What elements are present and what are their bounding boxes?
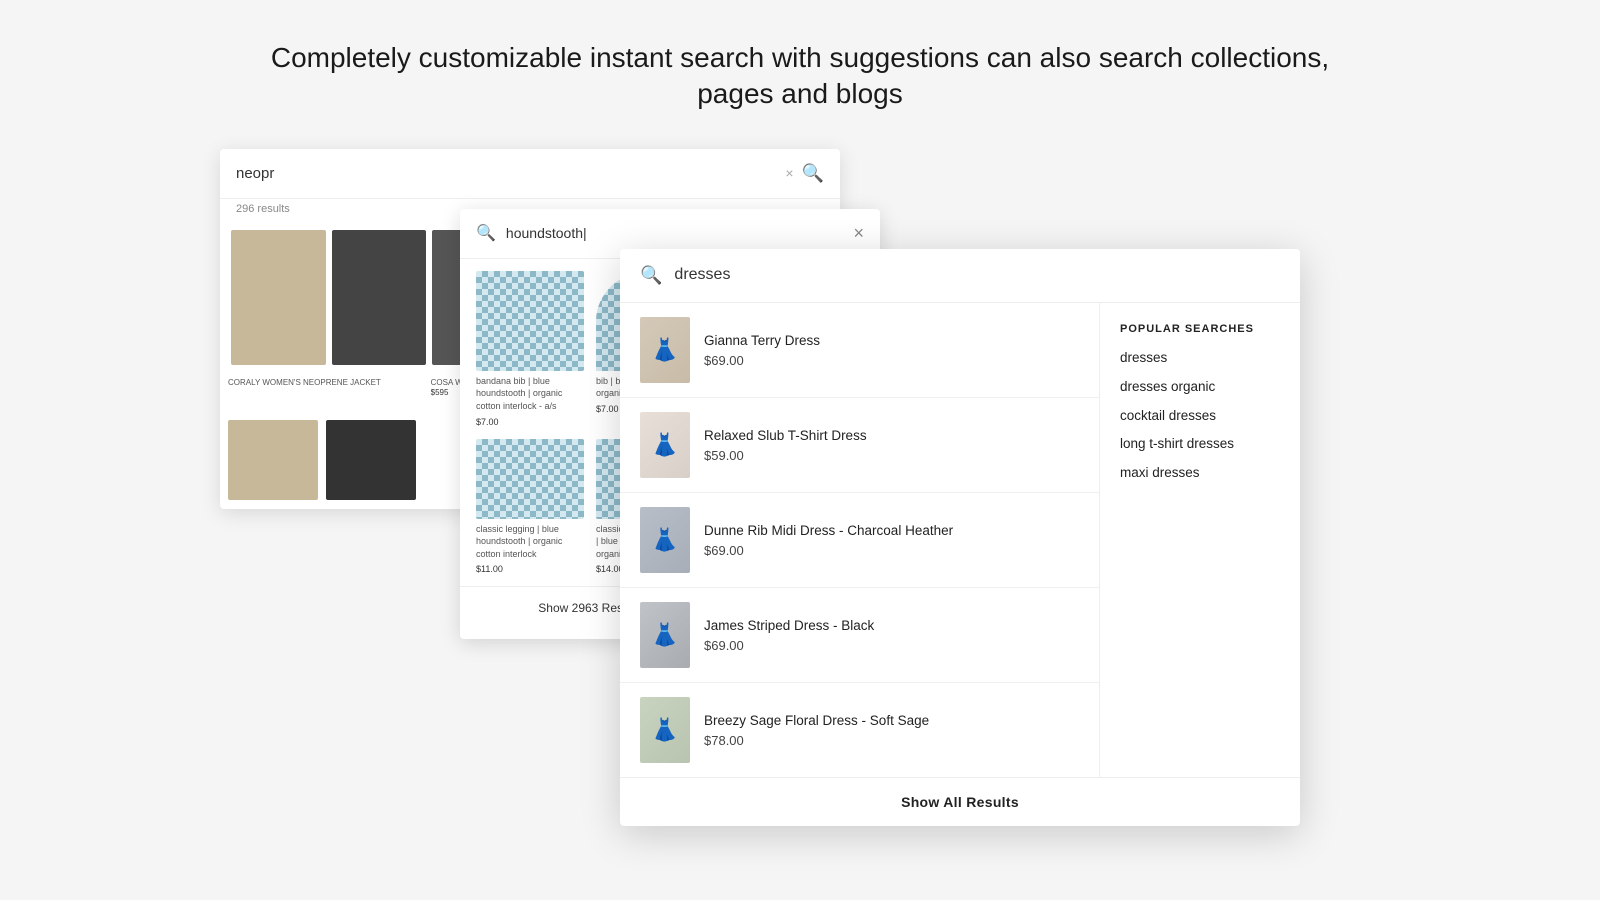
product-item-5[interactable]: 👗 Breezy Sage Floral Dress - Soft Sage $… xyxy=(620,683,1099,777)
main-search-icon: 🔍 xyxy=(640,265,662,286)
product-price-3: $69.00 xyxy=(704,543,1079,558)
page-wrapper: Completely customizable instant search w… xyxy=(0,0,1600,900)
neopr-prod-1: CORALY WOMEN'S NEOPRENE JACKET xyxy=(228,378,427,408)
houndstooth-prod-3: classic legging | blue houndstooth | org… xyxy=(476,439,584,575)
houndstooth-search-value: houndstooth| xyxy=(506,225,844,241)
product-item-2[interactable]: 👗 Relaxed Slub T-Shirt Dress $59.00 xyxy=(620,398,1099,493)
suggestion-item-3[interactable]: long t-shirt dresses xyxy=(1120,435,1280,454)
product-person-5: 👗 xyxy=(640,697,690,763)
houndstooth-close-button[interactable]: × xyxy=(853,223,864,244)
popular-searches-title: Popular Searches xyxy=(1120,323,1280,335)
product-item-3[interactable]: 👗 Dunne Rib Midi Dress - Charcoal Heathe… xyxy=(620,493,1099,588)
product-person-2: 👗 xyxy=(640,412,690,478)
main-search-body: 👗 Gianna Terry Dress $69.00 👗 Relaxed Sl… xyxy=(620,303,1300,777)
suggestion-item-1[interactable]: dresses organic xyxy=(1120,378,1280,397)
neopr-search-icon: 🔍 xyxy=(802,163,824,184)
product-details-2: Relaxed Slub T-Shirt Dress $59.00 xyxy=(704,427,1079,464)
product-img-3: 👗 xyxy=(640,507,690,573)
product-price-1: $69.00 xyxy=(704,353,1079,368)
neopr-search-input[interactable] xyxy=(236,165,777,182)
houndstooth-img-3 xyxy=(476,439,584,519)
suggestion-item-0[interactable]: dresses xyxy=(1120,349,1280,368)
neopr-search-bar: × 🔍 xyxy=(220,149,840,199)
neopr-clear-icon[interactable]: × xyxy=(785,165,793,181)
products-column: 👗 Gianna Terry Dress $69.00 👗 Relaxed Sl… xyxy=(620,303,1100,777)
houndstooth-prod-1: bandana bib | blue houndstooth | organic… xyxy=(476,271,584,427)
neopr-thumb-1 xyxy=(231,230,326,365)
product-item-4[interactable]: 👗 James Striped Dress - Black $69.00 xyxy=(620,588,1099,683)
product-price-5: $78.00 xyxy=(704,733,1079,748)
headline: Completely customizable instant search w… xyxy=(250,40,1350,113)
neopr-bottom-thumb-1 xyxy=(228,420,318,500)
product-name-5: Breezy Sage Floral Dress - Soft Sage xyxy=(704,712,1079,730)
product-price-2: $59.00 xyxy=(704,448,1079,463)
demo-area: × 🔍 296 results CORALY WOMEN'S NEOPRENE … xyxy=(200,149,1400,869)
product-img-4: 👗 xyxy=(640,602,690,668)
product-item-1[interactable]: 👗 Gianna Terry Dress $69.00 xyxy=(620,303,1099,398)
product-price-4: $69.00 xyxy=(704,638,1079,653)
product-person-4: 👗 xyxy=(640,602,690,668)
product-name-2: Relaxed Slub T-Shirt Dress xyxy=(704,427,1079,445)
product-person-3: 👗 xyxy=(640,507,690,573)
main-search-input[interactable] xyxy=(674,266,1280,284)
product-person-1: 👗 xyxy=(640,317,690,383)
product-img-5: 👗 xyxy=(640,697,690,763)
suggestion-item-4[interactable]: maxi dresses xyxy=(1120,464,1280,483)
houndstooth-search-icon: 🔍 xyxy=(476,223,496,243)
suggestions-column: Popular Searches dresses dresses organic… xyxy=(1100,303,1300,777)
main-search-panel: 🔍 👗 Gianna Terry Dress $69.00 xyxy=(620,249,1300,826)
product-details-5: Breezy Sage Floral Dress - Soft Sage $78… xyxy=(704,712,1079,749)
product-name-1: Gianna Terry Dress xyxy=(704,332,1079,350)
product-name-4: James Striped Dress - Black xyxy=(704,617,1079,635)
main-search-header: 🔍 xyxy=(620,249,1300,303)
product-details-4: James Striped Dress - Black $69.00 xyxy=(704,617,1079,654)
product-name-3: Dunne Rib Midi Dress - Charcoal Heather xyxy=(704,522,1079,540)
product-img-2: 👗 xyxy=(640,412,690,478)
product-details-1: Gianna Terry Dress $69.00 xyxy=(704,332,1079,369)
neopr-thumb-2 xyxy=(332,230,427,365)
product-img-1: 👗 xyxy=(640,317,690,383)
houndstooth-img-1 xyxy=(476,271,584,371)
suggestion-item-2[interactable]: cocktail dresses xyxy=(1120,407,1280,426)
show-all-results-button[interactable]: Show All Results xyxy=(620,777,1300,826)
neopr-bottom-thumb-2 xyxy=(326,420,416,500)
product-details-3: Dunne Rib Midi Dress - Charcoal Heather … xyxy=(704,522,1079,559)
